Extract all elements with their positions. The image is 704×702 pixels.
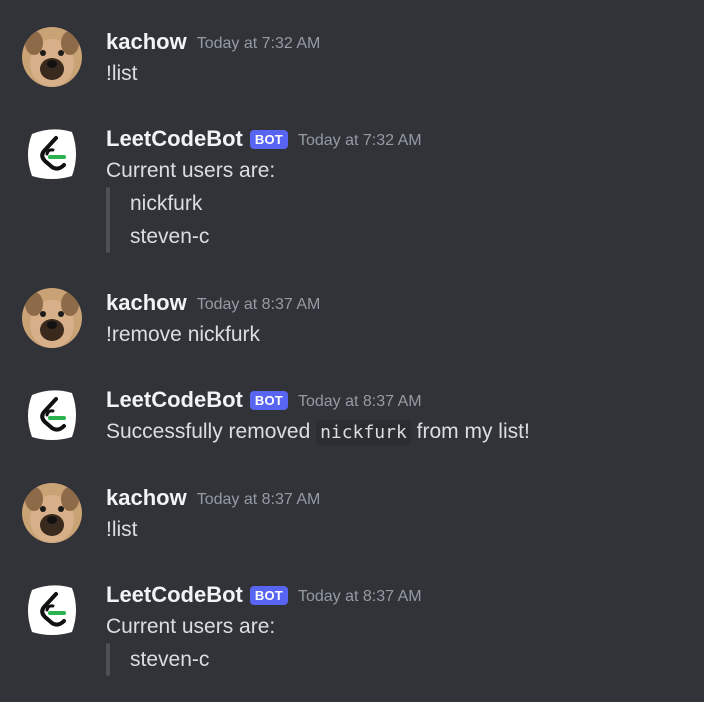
bot-tag: BOT — [249, 129, 288, 149]
dog-avatar[interactable] — [22, 483, 82, 543]
block-quote: steven-c — [106, 643, 209, 676]
quote-line: nickfurk — [130, 192, 203, 215]
timestamp[interactable]: Today at 7:32 AM — [197, 32, 321, 53]
message: kachow Today at 8:37 AM !list — [0, 483, 704, 547]
message: LeetCodeBot BOT Today at 7:32 AM Current… — [0, 124, 704, 254]
username[interactable]: LeetCodeBot — [106, 126, 243, 152]
bot-tag: BOT — [249, 585, 288, 605]
message: LeetCodeBot BOT Today at 8:37 AM Current… — [0, 580, 704, 680]
dog-avatar[interactable] — [22, 27, 82, 87]
username[interactable]: kachow — [106, 485, 187, 511]
message-text-before: Successfully removed — [106, 420, 311, 443]
message: kachow Today at 7:32 AM !list — [0, 27, 704, 91]
message-header: LeetCodeBot BOT Today at 8:37 AM — [106, 580, 422, 610]
message-text: Current users are: — [106, 615, 276, 638]
message-header: kachow Today at 7:32 AM — [106, 27, 320, 57]
leetcode-logo-avatar[interactable] — [22, 124, 82, 184]
message-text: Successfully removed nickfurk from my li… — [106, 418, 530, 447]
message-text: Current users are: — [106, 159, 276, 182]
bot-tag: BOT — [249, 390, 288, 410]
message-header: LeetCodeBot BOT Today at 7:32 AM — [106, 124, 422, 154]
block-quote: nickfurk steven-c — [106, 187, 209, 253]
message-text-after: from my list! — [416, 420, 530, 443]
quote-line: steven-c — [130, 648, 210, 671]
timestamp[interactable]: Today at 8:37 AM — [298, 390, 422, 411]
dog-avatar[interactable] — [22, 288, 82, 348]
quote-line: steven-c — [130, 225, 210, 248]
timestamp[interactable]: Today at 7:32 AM — [298, 129, 422, 150]
message-header: LeetCodeBot BOT Today at 8:37 AM — [106, 385, 422, 415]
message: LeetCodeBot BOT Today at 8:37 AM Success… — [0, 385, 704, 449]
username[interactable]: kachow — [106, 290, 187, 316]
username[interactable]: kachow — [106, 29, 187, 55]
message-header: kachow Today at 8:37 AM — [106, 483, 320, 513]
message-header: kachow Today at 8:37 AM — [106, 288, 320, 318]
timestamp[interactable]: Today at 8:37 AM — [197, 293, 321, 314]
username[interactable]: LeetCodeBot — [106, 387, 243, 413]
message-text: !list — [106, 518, 138, 541]
chat-messages: kachow Today at 7:32 AM !list LeetCodeBo… — [0, 0, 704, 702]
message: kachow Today at 8:37 AM !remove nickfurk — [0, 288, 704, 352]
timestamp[interactable]: Today at 8:37 AM — [197, 488, 321, 509]
username[interactable]: LeetCodeBot — [106, 582, 243, 608]
inline-code: nickfurk — [316, 420, 411, 445]
message-text: !remove nickfurk — [106, 323, 261, 346]
timestamp[interactable]: Today at 8:37 AM — [298, 585, 422, 606]
leetcode-logo-avatar[interactable] — [22, 385, 82, 445]
leetcode-logo-avatar[interactable] — [22, 580, 82, 640]
message-text: !list — [106, 62, 138, 85]
